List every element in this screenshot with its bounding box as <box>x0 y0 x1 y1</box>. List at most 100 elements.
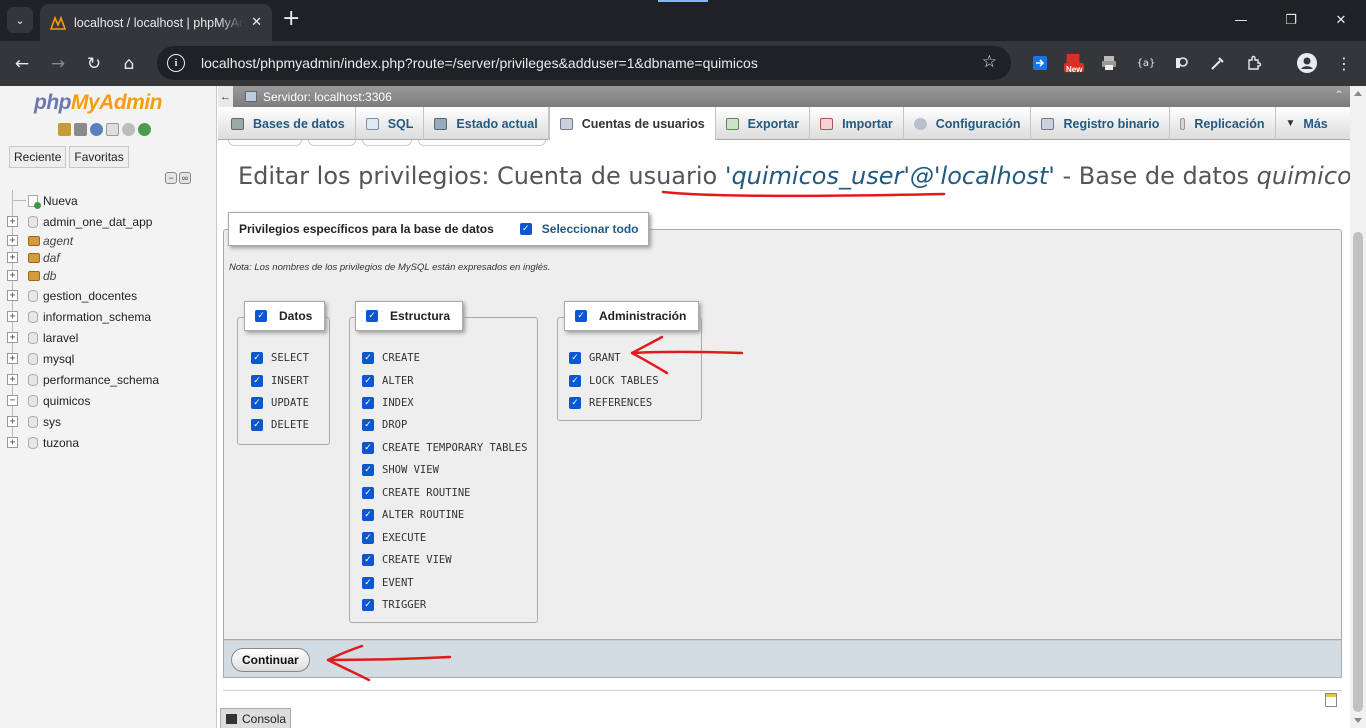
restore-icon[interactable]: ❐ <box>1266 0 1316 41</box>
continue-button[interactable]: Continuar <box>231 648 310 672</box>
tab-more[interactable]: ▼ Más <box>1276 107 1338 140</box>
tree-item-label[interactable]: sys <box>43 415 61 429</box>
expand-icon[interactable]: + <box>7 437 18 448</box>
tree-item-db[interactable]: + tuzona <box>0 432 217 453</box>
tab-export[interactable]: Exportar <box>716 107 811 140</box>
expand-icon[interactable]: + <box>7 416 18 427</box>
checkbox-checked-icon[interactable]: ✓ <box>569 352 581 364</box>
tree-item-label[interactable]: tuzona <box>43 436 79 450</box>
privilege-checkbox[interactable]: ✓ DROP <box>362 419 407 431</box>
tree-item-db[interactable]: + performance_schema <box>0 369 217 390</box>
tree-item-label[interactable]: performance_schema <box>43 373 159 387</box>
checkbox-checked-icon[interactable]: ✓ <box>362 599 374 611</box>
tree-item-db[interactable]: + db <box>0 266 217 285</box>
subtab-ghost[interactable] <box>228 140 302 146</box>
group-estructura-legend[interactable]: ✓ Estructura <box>355 301 464 331</box>
browser-tab[interactable]: localhost / localhost | phpMyAdmin ✕ <box>40 4 272 41</box>
link-with-main-icon[interactable]: ∞ <box>179 172 191 184</box>
tree-item-db[interactable]: + gestion_docentes <box>0 285 217 306</box>
checkbox-checked-icon[interactable]: ✓ <box>362 532 374 544</box>
privilege-checkbox[interactable]: ✓ SHOW VIEW <box>362 464 439 476</box>
tab-import[interactable]: Importar <box>810 107 904 140</box>
scroll-down-icon[interactable] <box>1354 718 1362 723</box>
expand-icon[interactable]: + <box>7 235 18 246</box>
console-toggle[interactable]: Consola <box>220 708 292 728</box>
user-account-link[interactable]: 'quimicos_user'@'localhost' <box>725 162 1055 190</box>
expand-icon[interactable]: + <box>7 290 18 301</box>
reload-icon[interactable]: ↻ <box>82 52 106 76</box>
checkbox-checked-icon[interactable]: ✓ <box>569 375 581 387</box>
profile-avatar-icon[interactable] <box>1297 53 1317 73</box>
privilege-checkbox[interactable]: ✓ DELETE <box>251 419 309 431</box>
tree-item-new[interactable]: Nueva <box>0 190 217 211</box>
extension-eyedropper-icon[interactable] <box>1208 53 1228 73</box>
forward-icon[interactable]: → <box>46 52 70 76</box>
extension-braces-icon[interactable]: {a} <box>1136 53 1156 73</box>
checkbox-checked-icon[interactable]: ✓ <box>251 397 263 409</box>
expand-icon[interactable]: + <box>7 270 18 281</box>
checkbox-checked-icon[interactable]: ✓ <box>362 577 374 589</box>
exit-icon[interactable] <box>74 123 87 136</box>
tree-item-label[interactable]: information_schema <box>43 310 151 324</box>
privilege-checkbox[interactable]: ✓ LOCK TABLES <box>569 375 659 387</box>
collapse-top-icon[interactable]: ⌃ <box>1334 88 1344 102</box>
tab-binary-log[interactable]: Registro binario <box>1031 107 1171 140</box>
subtab-ghost[interactable] <box>308 140 356 146</box>
recent-tab-button[interactable]: Reciente <box>9 146 67 168</box>
tab-settings[interactable]: Configuración <box>904 107 1032 140</box>
privilege-checkbox[interactable]: ✓ ALTER ROUTINE <box>362 509 464 521</box>
tab-databases[interactable]: Bases de datos <box>221 107 356 140</box>
home-icon[interactable]: ⌂ <box>117 52 141 76</box>
page-scrollbar[interactable] <box>1350 86 1366 728</box>
checkbox-checked-icon[interactable]: ✓ <box>362 509 374 521</box>
tree-item-db[interactable]: + laravel <box>0 327 217 348</box>
expand-icon[interactable]: + <box>7 374 18 385</box>
address-bar[interactable]: i localhost/phpmyadmin/index.php?route=/… <box>157 46 1011 80</box>
privilege-checkbox[interactable]: ✓ CREATE <box>362 352 420 364</box>
privilege-checkbox[interactable]: ✓ SELECT <box>251 352 309 364</box>
checkbox-checked-icon[interactable]: ✓ <box>362 554 374 566</box>
checkbox-checked-icon[interactable]: ✓ <box>362 419 374 431</box>
checkbox-checked-icon[interactable]: ✓ <box>569 397 581 409</box>
privilege-checkbox[interactable]: ✓ GRANT <box>569 352 621 364</box>
tab-close-icon[interactable]: ✕ <box>251 15 262 30</box>
collapse-nav-arrow-icon[interactable]: ← <box>218 86 233 107</box>
site-info-icon[interactable]: i <box>167 54 185 72</box>
tree-item-db[interactable]: + mysql <box>0 348 217 369</box>
extension-printer-icon[interactable] <box>1099 53 1119 73</box>
help-icon[interactable] <box>90 123 103 136</box>
tree-item-label[interactable]: db <box>43 269 56 283</box>
tree-item-db[interactable]: + admin_one_dat_app <box>0 211 217 232</box>
page-notes-icon[interactable] <box>1325 693 1337 707</box>
tree-item-label[interactable]: laravel <box>43 331 78 345</box>
tree-item-label[interactable]: admin_one_dat_app <box>43 215 152 229</box>
tab-replication[interactable]: Replicación <box>1170 107 1276 140</box>
scroll-thumb[interactable] <box>1353 232 1363 712</box>
subtab-ghost[interactable] <box>362 140 412 146</box>
checkbox-checked-icon[interactable]: ✓ <box>362 352 374 364</box>
privilege-checkbox[interactable]: ✓ UPDATE <box>251 397 309 409</box>
expand-icon[interactable]: + <box>7 332 18 343</box>
window-close-icon[interactable]: ✕ <box>1316 0 1366 41</box>
subtab-ghost[interactable] <box>418 140 546 146</box>
tree-item-label[interactable]: Nueva <box>43 194 78 208</box>
minimize-icon[interactable]: — <box>1216 0 1266 41</box>
phpmyadmin-logo[interactable]: phpMyAdmin <box>34 91 162 115</box>
expand-icon[interactable]: + <box>7 216 18 227</box>
privilege-checkbox[interactable]: ✓ TRIGGER <box>362 599 426 611</box>
checkbox-checked-icon[interactable]: ✓ <box>362 375 374 387</box>
checkbox-checked-icon[interactable]: ✓ <box>251 352 263 364</box>
checkbox-checked-icon[interactable]: ✓ <box>362 487 374 499</box>
expand-icon[interactable]: + <box>7 311 18 322</box>
tree-item-label[interactable]: quimicos <box>43 394 90 408</box>
tree-item-db[interactable]: + agent <box>0 232 217 249</box>
home-icon[interactable] <box>58 123 71 136</box>
back-icon[interactable]: ← <box>10 52 34 76</box>
tab-status[interactable]: Estado actual <box>424 107 549 140</box>
tab-user-accounts[interactable]: Cuentas de usuarios <box>548 107 716 140</box>
checkbox-checked-icon[interactable]: ✓ <box>575 310 587 322</box>
tree-item-db-open[interactable]: − quimicos <box>0 390 217 411</box>
extension-reader-icon[interactable] <box>1172 53 1192 73</box>
address-url[interactable]: localhost/phpmyadmin/index.php?route=/se… <box>201 55 758 71</box>
tab-sql[interactable]: SQL <box>356 107 425 140</box>
